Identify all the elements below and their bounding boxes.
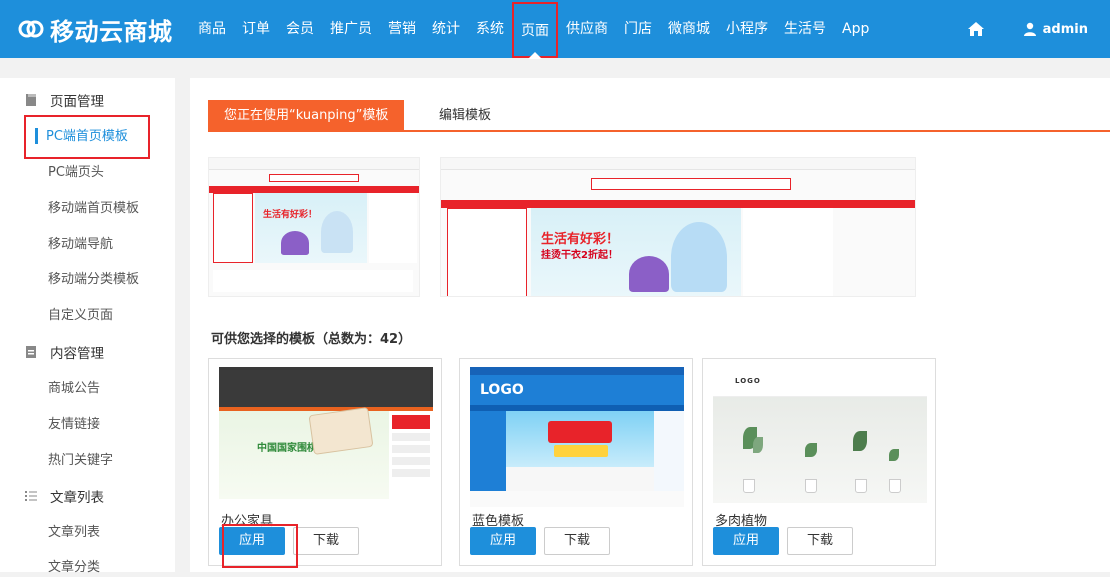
sidebar-group-page-management[interactable]: 页面管理 [0, 82, 175, 118]
nav-item-life-account[interactable]: 生活号 [776, 0, 834, 58]
logo-icon [18, 16, 44, 42]
nav-item-marketing[interactable]: 营销 [380, 0, 424, 58]
sidebar-item-hot-keywords[interactable]: 热门关键字 [48, 452, 113, 470]
nav-item-mini-program[interactable]: 小程序 [718, 0, 776, 58]
sidebar-item-custom-page[interactable]: 自定义页面 [48, 307, 113, 325]
sidebar: 页面管理 PC端首页模板 PC端页头 移动端首页模板 移动端导航 移动端分类模板… [0, 78, 175, 575]
nav-item-statistics[interactable]: 统计 [424, 0, 468, 58]
current-template-preview-small: 生活有好彩！ [208, 157, 420, 297]
tab-edit-template[interactable]: 编辑模板 [439, 100, 491, 132]
template-tabs: 您正在使用“kuanping”模板 编辑模板 [208, 100, 1110, 132]
sidebar-group-label: 文章列表 [50, 490, 104, 506]
home-icon[interactable] [967, 20, 985, 38]
sidebar-item-pc-home-template[interactable]: PC端首页模板 [24, 115, 150, 159]
apply-button[interactable]: 应用 [713, 527, 779, 555]
tab-current-template[interactable]: 您正在使用“kuanping”模板 [208, 100, 405, 132]
nav-item-system[interactable]: 系统 [468, 0, 512, 58]
nav-item-members[interactable]: 会员 [278, 0, 322, 58]
active-caret-icon [528, 51, 542, 59]
sidebar-item-pc-header[interactable]: PC端页头 [48, 164, 104, 182]
sidebar-item-mobile-home-template[interactable]: 移动端首页模板 [48, 200, 139, 218]
sidebar-group-articles[interactable]: 文章列表 [0, 478, 175, 514]
sidebar-item-article-list[interactable]: 文章列表 [48, 524, 100, 542]
nav-item-pages-label: 页面 [521, 22, 549, 39]
download-button[interactable]: 下载 [787, 527, 853, 555]
sidebar-group-label: 内容管理 [50, 346, 104, 362]
list-icon [24, 489, 38, 503]
nav-item-app[interactable]: App [834, 0, 877, 58]
preview-banner-subtext: 挂烫干衣2折起！ [541, 250, 618, 261]
apply-button[interactable]: 应用 [470, 527, 536, 555]
sidebar-group-content-management[interactable]: 内容管理 [0, 334, 175, 370]
sidebar-item-friend-links[interactable]: 友情链接 [48, 416, 100, 434]
current-template-preview-large: 生活有好彩！ 挂烫干衣2折起！ [440, 157, 916, 297]
template-thumbnail[interactable]: LOGO [713, 367, 927, 507]
nav-item-pages[interactable]: 页面 [512, 1, 558, 59]
document-icon [24, 93, 38, 107]
sidebar-group-label: 页面管理 [50, 94, 104, 110]
nav-item-micro-mall[interactable]: 微商城 [660, 0, 718, 58]
top-right-tools: admin [967, 0, 1088, 58]
top-navbar: 移动云商城 商品 订单 会员 推广员 营销 统计 系统 页面 供应商 门店 微商… [0, 0, 1110, 59]
sidebar-item-announcements[interactable]: 商城公告 [48, 380, 100, 398]
download-button[interactable]: 下载 [293, 527, 359, 555]
app-logo[interactable]: 移动云商城 [18, 10, 173, 48]
user-icon [1023, 22, 1037, 36]
active-indicator [35, 128, 38, 144]
sidebar-item-article-category[interactable]: 文章分类 [48, 559, 100, 577]
sidebar-item-label: PC端首页模板 [46, 129, 128, 144]
template-thumbnail[interactable]: 中国国家围棋队 [219, 367, 433, 507]
nav-item-orders[interactable]: 订单 [234, 0, 278, 58]
thumbnail-logo: LOGO [480, 382, 524, 398]
template-card-blue[interactable]: LOGO 蓝色模板 应用 下载 [459, 358, 693, 566]
user-name[interactable]: admin [1043, 22, 1088, 37]
sidebar-item-mobile-nav[interactable]: 移动端导航 [48, 236, 113, 254]
nav-item-products[interactable]: 商品 [190, 0, 234, 58]
nav-item-suppliers[interactable]: 供应商 [558, 0, 616, 58]
logo-text: 移动云商城 [50, 17, 173, 46]
thumbnail-logo: LOGO [735, 377, 761, 385]
preview-banner-text: 生活有好彩！ [541, 232, 620, 247]
preview-banner-text-small: 生活有好彩！ [263, 210, 318, 220]
apply-button-highlight [222, 524, 298, 568]
template-card-succulents[interactable]: LOGO 多肉植物 应用 下载 [702, 358, 936, 566]
download-button[interactable]: 下载 [544, 527, 610, 555]
template-thumbnail[interactable]: LOGO [470, 367, 684, 507]
file-icon [24, 345, 38, 359]
main-content: 您正在使用“kuanping”模板 编辑模板 生活有好彩！ 生活有好彩！ 挂烫干… [190, 78, 1110, 572]
nav-item-stores[interactable]: 门店 [616, 0, 660, 58]
section-title: 可供您选择的模板（总数为：42） [211, 332, 412, 347]
nav-item-promoters[interactable]: 推广员 [322, 0, 380, 58]
main-nav: 商品 订单 会员 推广员 营销 统计 系统 页面 供应商 门店 微商城 小程序 … [190, 0, 877, 59]
sidebar-item-mobile-category-template[interactable]: 移动端分类模板 [48, 271, 139, 289]
